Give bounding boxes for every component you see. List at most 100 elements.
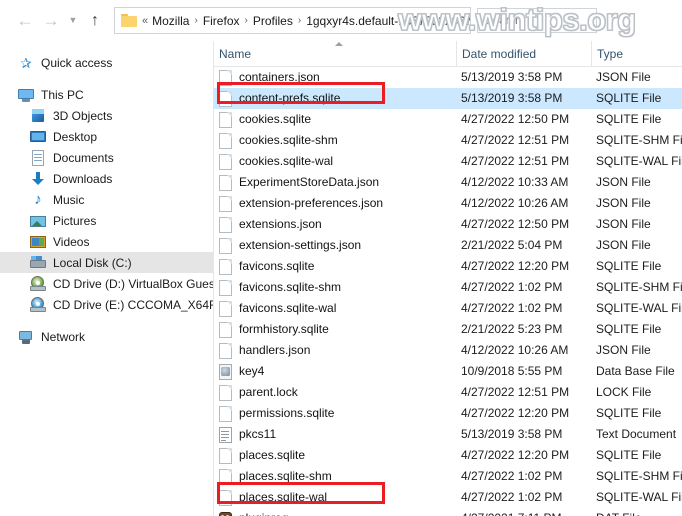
- sidebar-item-network[interactable]: Network: [0, 326, 213, 347]
- column-header-name[interactable]: Name: [214, 41, 456, 67]
- file-name-cell[interactable]: cookies.sqlite-shm: [214, 130, 456, 151]
- sidebar-item-cd-drive-d[interactable]: CD Drive (D:) VirtualBox Guest A: [0, 273, 213, 294]
- forward-button[interactable]: →: [38, 6, 64, 36]
- file-name-cell[interactable]: formhistory.sqlite: [214, 319, 456, 340]
- breadcrumb-overflow-icon[interactable]: «: [142, 15, 152, 27]
- file-name-cell[interactable]: extension-preferences.json: [214, 193, 456, 214]
- sidebar-item-label: 3D Objects: [53, 108, 113, 123]
- navigation-pane[interactable]: ✰ Quick access This PC 3D Objects Deskto…: [0, 41, 214, 516]
- breadcrumb-item-mozilla[interactable]: Mozilla: [152, 14, 189, 28]
- blank-file-icon: [219, 174, 232, 191]
- table-row[interactable]: favicons.sqlite-wal 4/27/2022 1:02 PM SQLI…: [214, 298, 682, 319]
- file-name-cell[interactable]: parent.lock: [214, 382, 456, 403]
- file-name-cell[interactable]: extensions.json: [214, 214, 456, 235]
- table-row[interactable]: ExperimentStoreData.json 4/12/2022 10:33 …: [214, 172, 682, 193]
- table-row[interactable]: places.sqlite 4/27/2022 12:20 PM SQLITE Fi…: [214, 445, 682, 466]
- file-name-label: parent.lock: [239, 385, 298, 399]
- file-name-cell[interactable]: places.sqlite: [214, 445, 456, 466]
- breadcrumb: « Mozilla › Firefox › Profiles › 1gqxyr4…: [142, 14, 470, 28]
- back-button[interactable]: ←: [12, 6, 38, 36]
- sidebar-item-label: Quick access: [41, 55, 113, 70]
- sidebar-item-documents[interactable]: Documents: [0, 147, 213, 168]
- file-name-cell[interactable]: permissions.sqlite: [214, 403, 456, 424]
- file-date-cell: 5/13/2019 3:58 PM: [461, 91, 563, 105]
- file-name-cell[interactable]: key4: [214, 361, 456, 382]
- blank-file-icon: [219, 90, 232, 107]
- table-row[interactable]: extension-settings.json 2/21/2022 5:04 PM…: [214, 235, 682, 256]
- file-name-cell[interactable]: favicons.sqlite-shm: [214, 277, 456, 298]
- recent-locations-button[interactable]: ▼: [64, 6, 82, 36]
- sidebar-item-this-pc[interactable]: This PC: [0, 84, 213, 105]
- file-name-cell[interactable]: pluginreg: [214, 508, 456, 516]
- search-input[interactable]: Search: [485, 15, 521, 27]
- table-row[interactable]: extensions.json 4/27/2022 12:50 PM JSON Fi…: [214, 214, 682, 235]
- file-name-cell[interactable]: content-prefs.sqlite: [214, 88, 456, 109]
- breadcrumb-separator[interactable]: ›: [189, 15, 202, 26]
- file-name-cell[interactable]: containers.json: [214, 67, 456, 88]
- table-row[interactable]: favicons.sqlite 4/27/2022 12:20 PM SQLITE …: [214, 256, 682, 277]
- column-header-type[interactable]: Type: [591, 41, 682, 67]
- breadcrumb-item-profiles[interactable]: Profiles: [253, 14, 293, 28]
- blank-file-icon: [219, 111, 232, 128]
- file-name-cell[interactable]: ExperimentStoreData.json: [214, 172, 456, 193]
- sidebar-item-cd-drive-e[interactable]: CD Drive (E:) CCCOMA_X64FRE_: [0, 294, 213, 315]
- table-row[interactable]: cookies.sqlite-wal 4/27/2022 12:51 PM SQLI…: [214, 151, 682, 172]
- table-row[interactable]: cookies.sqlite 4/27/2022 12:50 PM SQLITE F…: [214, 109, 682, 130]
- file-type-cell: Data Base File: [596, 364, 675, 378]
- table-row[interactable]: containers.json 5/13/2019 3:58 PM JSON Fil…: [214, 67, 682, 88]
- table-row[interactable]: parent.lock 4/27/2022 12:51 PM LOCK File: [214, 382, 682, 403]
- file-name-cell[interactable]: places.sqlite-shm: [214, 466, 456, 487]
- breadcrumb-separator[interactable]: ›: [240, 15, 253, 26]
- column-header-date-modified[interactable]: Date modified: [456, 41, 591, 67]
- sidebar-item-videos[interactable]: Videos: [0, 231, 213, 252]
- table-row[interactable]: places.sqlite-shm 4/27/2022 1:02 PM SQLITE…: [214, 466, 682, 487]
- table-row[interactable]: favicons.sqlite-shm 4/27/2022 1:02 PM SQLI…: [214, 277, 682, 298]
- file-name-label: favicons.sqlite-wal: [239, 301, 337, 315]
- file-name-cell[interactable]: handlers.json: [214, 340, 456, 361]
- table-row[interactable]: permissions.sqlite 4/27/2022 12:20 PM SQLI…: [214, 403, 682, 424]
- file-date-cell: 5/13/2019 3:58 PM: [461, 70, 563, 84]
- breadcrumb-separator[interactable]: ›: [293, 15, 306, 26]
- sidebar-item-quick-access[interactable]: ✰ Quick access: [0, 52, 213, 73]
- breadcrumb-item-firefox[interactable]: Firefox: [203, 14, 240, 28]
- file-name-cell[interactable]: favicons.sqlite-wal: [214, 298, 456, 319]
- table-row[interactable]: extension-preferences.json 4/12/2022 10:2…: [214, 193, 682, 214]
- file-list-pane[interactable]: Name Date modified Type containers.json 5…: [214, 41, 682, 516]
- address-bar[interactable]: « Mozilla › Firefox › Profiles › 1gqxyr4…: [114, 7, 471, 34]
- file-name-label: favicons.sqlite-shm: [239, 280, 342, 294]
- search-box[interactable]: Search: [477, 8, 597, 33]
- sidebar-item-music[interactable]: ♪ Music: [0, 189, 213, 210]
- file-type-cell: SQLITE File: [596, 322, 662, 336]
- sidebar-item-label: Local Disk (C:): [53, 255, 132, 270]
- file-name-cell[interactable]: favicons.sqlite: [214, 256, 456, 277]
- table-row[interactable]: cookies.sqlite-shm 4/27/2022 12:51 PM SQLI…: [214, 130, 682, 151]
- sidebar-item-downloads[interactable]: Downloads: [0, 168, 213, 189]
- table-row[interactable]: pkcs11 5/13/2019 3:58 PM Text Document: [214, 424, 682, 445]
- sidebar-item-pictures[interactable]: Pictures: [0, 210, 213, 231]
- up-button[interactable]: ↑: [82, 6, 108, 36]
- file-type-cell: SQLITE File: [596, 259, 662, 273]
- blank-file-icon: [219, 468, 232, 485]
- file-name-cell[interactable]: extension-settings.json: [214, 235, 456, 256]
- sidebar-item-local-disk-c[interactable]: Local Disk (C:): [0, 252, 213, 273]
- file-name-cell[interactable]: cookies.sqlite: [214, 109, 456, 130]
- file-name-cell[interactable]: places.sqlite-wal: [214, 487, 456, 508]
- breadcrumb-item-profile-folder[interactable]: 1gqxyr4s.default-1557752296787: [306, 14, 470, 28]
- sidebar-item-3d-objects[interactable]: 3D Objects: [0, 105, 213, 126]
- table-row[interactable]: formhistory.sqlite 2/21/2022 5:23 PM SQLIT…: [214, 319, 682, 340]
- table-row[interactable]: places.sqlite-wal 4/27/2022 1:02 PM SQLITE…: [214, 487, 682, 508]
- table-row[interactable]: content-prefs.sqlite 5/13/2019 3:58 PM SQL…: [214, 88, 682, 109]
- file-date-cell: 2/21/2022 5:23 PM: [461, 322, 563, 336]
- table-row[interactable]: pluginreg 4/27/2021 7:11 PMDAT File: [214, 508, 682, 516]
- sidebar-item-desktop[interactable]: Desktop: [0, 126, 213, 147]
- documents-icon: [30, 149, 46, 166]
- table-row[interactable]: key4 10/9/2018 5:55 PM Data Base File: [214, 361, 682, 382]
- file-name-cell[interactable]: cookies.sqlite-wal: [214, 151, 456, 172]
- sidebar-item-label: Documents: [53, 150, 114, 165]
- table-row[interactable]: handlers.json 4/12/2022 10:26 AM JSON File: [214, 340, 682, 361]
- blank-file-icon: [219, 342, 232, 359]
- file-name-cell[interactable]: pkcs11: [214, 424, 456, 445]
- file-type-cell: SQLITE-WAL File: [596, 490, 682, 504]
